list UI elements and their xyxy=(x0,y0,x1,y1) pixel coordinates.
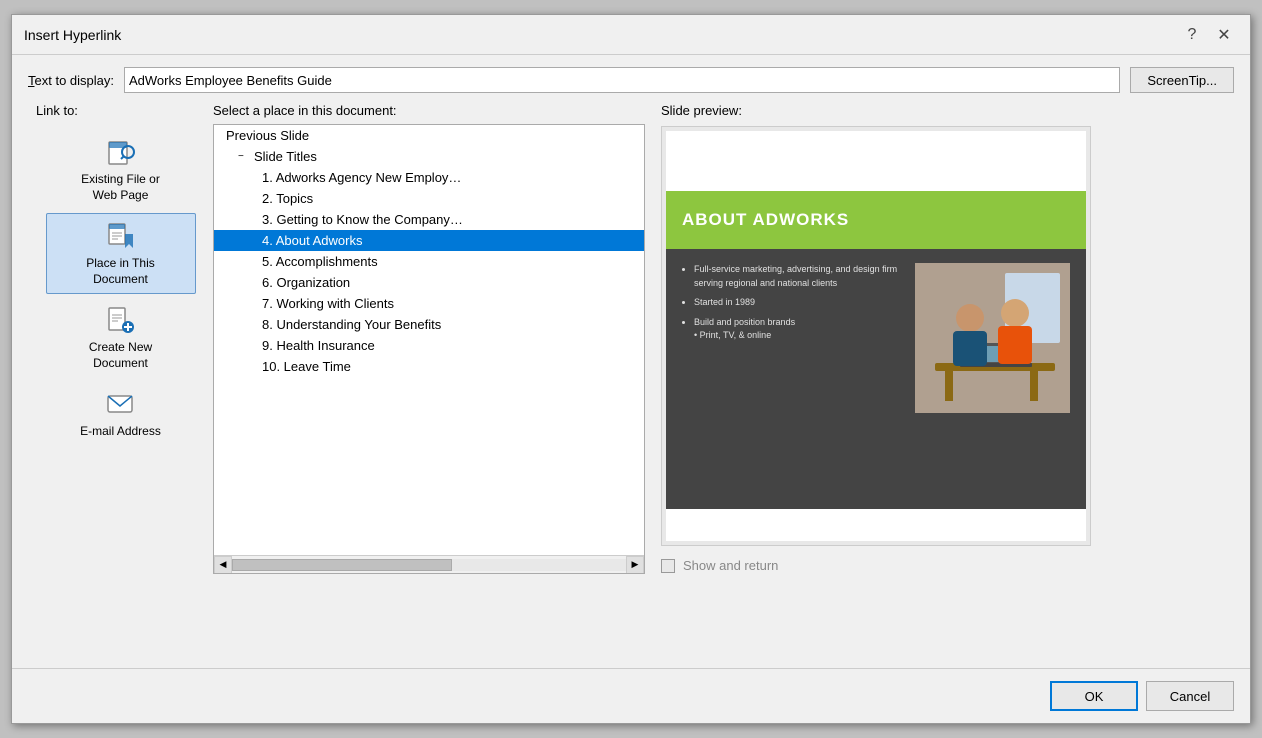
email-address-label: E-mail Address xyxy=(80,424,161,440)
slide-preview-area: Slide preview: ABOUT ADWORKS xyxy=(661,103,1234,656)
email-icon xyxy=(105,388,137,420)
dialog-title: Insert Hyperlink xyxy=(24,27,121,43)
title-bar-controls: ? ✕ xyxy=(1178,21,1238,49)
scroll-left-arrow[interactable]: ◀ xyxy=(214,556,232,574)
show-return-row: Show and return xyxy=(661,558,1234,573)
tree-item-slide-5[interactable]: 5. Accomplishments xyxy=(214,251,644,272)
show-return-label: Show and return xyxy=(683,558,778,573)
text-display-row: Text to display: ScreenTip... xyxy=(28,67,1234,93)
tree-item-slide-6[interactable]: 6. Organization xyxy=(214,272,644,293)
slide-bullet-text: Full-service marketing, advertising, and… xyxy=(682,263,899,349)
ok-button[interactable]: OK xyxy=(1050,681,1138,711)
place-in-doc-label: Place in ThisDocument xyxy=(86,256,154,287)
tree-item-slide-4[interactable]: 4. About Adworks xyxy=(214,230,644,251)
link-btn-email[interactable]: E-mail Address xyxy=(46,382,196,446)
tree-item-slide-8[interactable]: 8. Understanding Your Benefits xyxy=(214,314,644,335)
text-display-label: Text to display: xyxy=(28,73,114,88)
scroll-track xyxy=(232,559,626,571)
link-btn-place[interactable]: Place in ThisDocument xyxy=(46,213,196,294)
slide-image xyxy=(915,263,1070,413)
existing-file-label: Existing File orWeb Page xyxy=(81,172,160,203)
screentip-button[interactable]: ScreenTip... xyxy=(1130,67,1234,93)
existing-file-icon xyxy=(105,136,137,168)
slide-content-area: Full-service marketing, advertising, and… xyxy=(666,249,1086,509)
bullet-3: Build and position brands• Print, TV, & … xyxy=(694,316,899,343)
bullet-2: Started in 1989 xyxy=(694,296,899,310)
tree-item-slide-7[interactable]: 7. Working with Clients xyxy=(214,293,644,314)
tree-scroll: Previous Slide−Slide Titles1. Adworks Ag… xyxy=(214,125,644,377)
dialog-footer: OK Cancel xyxy=(12,668,1250,723)
tree-item-prev-slide[interactable]: Previous Slide xyxy=(214,125,644,146)
tree-wrapper: Previous Slide−Slide Titles1. Adworks Ag… xyxy=(213,124,645,574)
help-button[interactable]: ? xyxy=(1178,21,1206,49)
bullet-1: Full-service marketing, advertising, and… xyxy=(694,263,899,290)
document-tree[interactable]: Previous Slide−Slide Titles1. Adworks Ag… xyxy=(214,125,644,555)
close-button[interactable]: ✕ xyxy=(1210,21,1238,49)
dialog-body: Text to display: ScreenTip... Link to: xyxy=(12,55,1250,668)
tree-item-slide-1[interactable]: 1. Adworks Agency New Employ… xyxy=(214,167,644,188)
insert-hyperlink-dialog: Insert Hyperlink ? ✕ Text to display: Sc… xyxy=(11,14,1251,724)
tree-item-slide-titles[interactable]: −Slide Titles xyxy=(214,146,644,167)
create-new-doc-icon xyxy=(105,304,137,336)
slide-preview-label: Slide preview: xyxy=(661,103,1234,118)
tree-item-slide-9[interactable]: 9. Health Insurance xyxy=(214,335,644,356)
horizontal-scrollbar[interactable]: ◀ ▶ xyxy=(214,555,644,573)
tree-item-slide-3[interactable]: 3. Getting to Know the Company… xyxy=(214,209,644,230)
slide-preview-box: ABOUT ADWORKS Full-service marketing, ad… xyxy=(661,126,1091,546)
tree-section: Select a place in this document: Previou… xyxy=(213,103,645,656)
slide-white-top xyxy=(666,131,1086,191)
title-bar: Insert Hyperlink ? ✕ xyxy=(12,15,1250,55)
link-to-panel: Link to: Existing File orWeb Page xyxy=(28,103,213,656)
cancel-button[interactable]: Cancel xyxy=(1146,681,1234,711)
select-place-label: Select a place in this document: xyxy=(213,103,645,118)
link-btn-new-doc[interactable]: Create NewDocument xyxy=(46,298,196,377)
scroll-thumb xyxy=(232,559,452,571)
slide-inner: ABOUT ADWORKS Full-service marketing, ad… xyxy=(666,131,1086,541)
link-btn-existing[interactable]: Existing File orWeb Page xyxy=(46,130,196,209)
main-content-row: Link to: Existing File orWeb Page xyxy=(28,103,1234,656)
show-return-checkbox[interactable] xyxy=(661,559,675,573)
create-new-doc-label: Create NewDocument xyxy=(89,340,152,371)
slide-title-text: ABOUT ADWORKS xyxy=(682,210,849,230)
text-display-input[interactable] xyxy=(124,67,1120,93)
place-in-doc-icon xyxy=(105,220,137,252)
tree-item-slide-2[interactable]: 2. Topics xyxy=(214,188,644,209)
tree-item-slide-10[interactable]: 10. Leave Time xyxy=(214,356,644,377)
slide-green-bar: ABOUT ADWORKS xyxy=(666,191,1086,249)
link-to-label: Link to: xyxy=(36,103,78,118)
scroll-right-arrow[interactable]: ▶ xyxy=(626,556,644,574)
